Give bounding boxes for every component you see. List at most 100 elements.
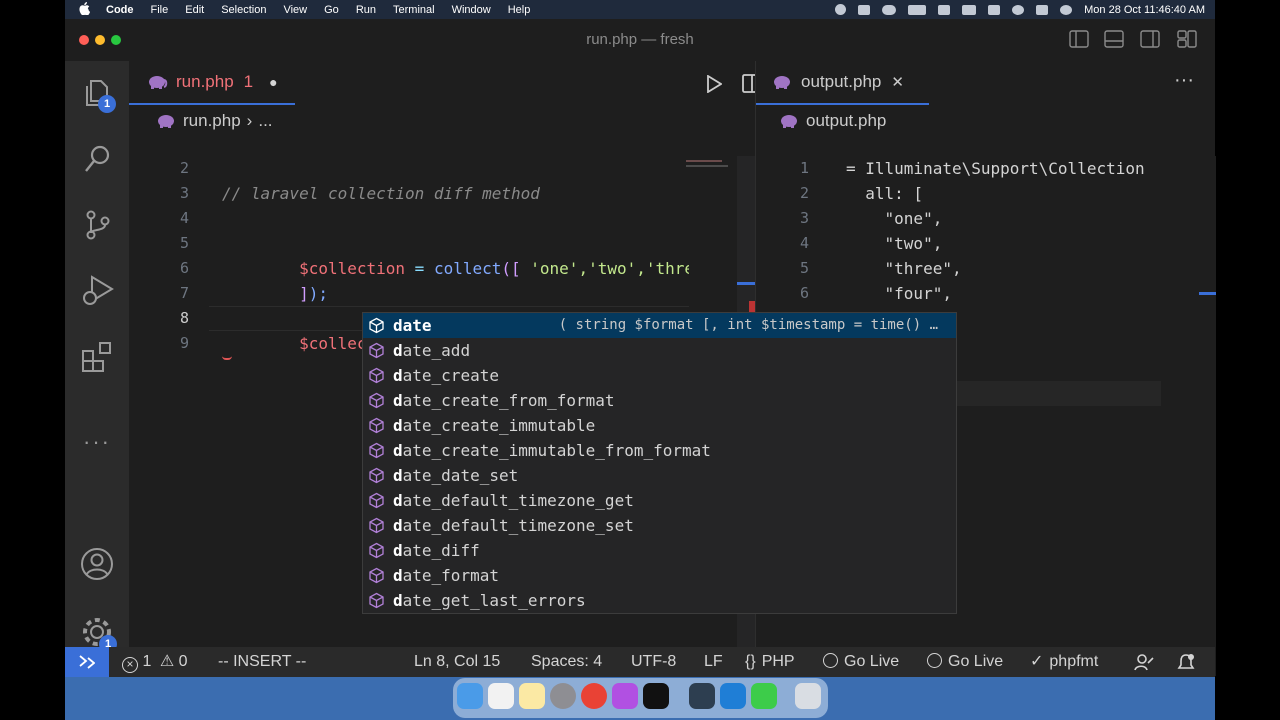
status-bar: × 1 ⚠ 0 -- INSERT -- Ln 8, Col 15 Spaces… (65, 647, 1215, 677)
menubar-clock[interactable]: Mon 28 Oct 11:46:40 AM (1084, 4, 1205, 16)
line-number: 1 (799, 159, 809, 177)
suggestion-item[interactable]: date_default_timezone_get (363, 488, 956, 513)
indentation[interactable]: Spaces: 4 (531, 647, 602, 677)
source-control-icon[interactable] (82, 209, 114, 241)
menu-run[interactable]: Run (356, 4, 376, 16)
suggestion-item[interactable]: date_add (363, 338, 956, 363)
remote-icon (79, 655, 96, 669)
vscode-icon[interactable] (720, 683, 746, 709)
breadcrumb-file[interactable]: output.php (806, 111, 886, 131)
toggle-primary-sidebar-icon[interactable] (1069, 30, 1089, 48)
system-settings-icon[interactable] (550, 683, 576, 709)
podcasts-icon[interactable] (612, 683, 638, 709)
minimap[interactable] (686, 156, 736, 170)
run-debug-icon[interactable] (80, 273, 116, 309)
breadcrumb: run.php › ... (157, 111, 273, 131)
menu-selection[interactable]: Selection (221, 4, 266, 16)
run-icon[interactable] (706, 75, 722, 93)
method-cube-icon (369, 317, 384, 334)
wifi-icon[interactable] (962, 4, 977, 15)
encoding[interactable]: UTF-8 (631, 647, 676, 677)
breadcrumb-file[interactable]: run.php (183, 111, 241, 131)
line-number: 9 (179, 334, 189, 352)
suggestion-item[interactable]: date_diff (363, 538, 956, 563)
user-icon[interactable] (988, 4, 1001, 15)
end-of-line[interactable]: LF (704, 647, 723, 677)
search-icon[interactable] (82, 143, 114, 175)
manage-button[interactable]: 1 (80, 615, 117, 653)
go-live-button-2[interactable]: Go Live (927, 647, 1003, 677)
menu-app-name[interactable]: Code (106, 4, 134, 16)
output-line: "one", (846, 209, 943, 228)
record-icon[interactable] (835, 4, 847, 15)
battery-icon[interactable] (908, 4, 927, 15)
line-number: 4 (179, 209, 189, 227)
chrome-icon[interactable] (581, 683, 607, 709)
tab-run-php[interactable]: run.php 1 ● (129, 61, 295, 105)
menu-window[interactable]: Window (452, 4, 491, 16)
suggestion-item[interactable]: date_default_timezone_set (363, 513, 956, 538)
suggestion-item[interactable]: date_format (363, 563, 956, 588)
play-icon[interactable] (938, 4, 951, 15)
menu-help[interactable]: Help (508, 4, 531, 16)
tab-strip-left: run.php 1 ● ··· (129, 61, 796, 105)
php-elephant-icon (781, 115, 797, 128)
go-live-button-1[interactable]: Go Live (823, 647, 899, 677)
suggestion-item[interactable]: date_create_immutable (363, 413, 956, 438)
launchpad-icon[interactable] (488, 683, 514, 709)
more-icon[interactable]: ··· (83, 429, 111, 455)
close-tab-icon[interactable]: ✕ (891, 73, 904, 91)
toggle-secondary-sidebar-icon[interactable] (1140, 30, 1160, 48)
more-actions-icon[interactable]: ··· (1174, 69, 1194, 92)
menu-view[interactable]: View (283, 4, 307, 16)
account-icon[interactable] (80, 547, 114, 581)
language-mode[interactable]: {} PHP (745, 647, 795, 677)
suggestion-item[interactable]: date_date_set (363, 463, 956, 488)
suggestion-item[interactable]: date ( string $format [, int $timestamp … (363, 313, 956, 338)
tab-modified-dot[interactable]: ● (269, 74, 277, 90)
breadcrumb: output.php (780, 111, 886, 131)
formatter-button[interactable]: ✓ phpfmt (1030, 647, 1098, 677)
toggle-panel-icon[interactable] (1104, 30, 1124, 48)
finder-icon[interactable] (457, 683, 483, 709)
suggestion-item[interactable]: date_create_immutable_from_format (363, 438, 956, 463)
menu-go[interactable]: Go (324, 4, 339, 16)
quicktime-icon[interactable] (689, 683, 715, 709)
menu-file[interactable]: File (151, 4, 169, 16)
facetime-icon[interactable] (751, 683, 777, 709)
apple-tv-icon[interactable] (643, 683, 669, 709)
method-cube-icon (369, 592, 384, 609)
code-punctuation: ); (308, 284, 328, 303)
method-cube-icon (369, 567, 384, 584)
suggestion-item[interactable]: date_create_from_format (363, 388, 956, 413)
notifications-bell-icon[interactable] (1177, 653, 1195, 671)
tab-label: run.php (176, 72, 234, 91)
code-line-6: ]); (222, 256, 328, 303)
cursor-position[interactable]: Ln 8, Col 15 (414, 647, 500, 677)
remote-button[interactable] (65, 647, 109, 677)
problems-indicator[interactable]: × 1 ⚠ 0 (122, 647, 188, 677)
vertical-scrollbar[interactable] (1199, 156, 1216, 676)
feedback-icon[interactable] (1134, 653, 1154, 671)
vpn-icon[interactable] (858, 4, 871, 15)
code-comment: // laravel collection diff method (222, 184, 540, 203)
siri-icon[interactable] (1060, 4, 1073, 15)
explorer-button[interactable]: 1 (81, 77, 116, 113)
extensions-icon[interactable] (80, 339, 116, 375)
breadcrumb-more[interactable]: ... (258, 111, 272, 131)
search-icon[interactable] (1012, 4, 1025, 15)
control-center-icon[interactable] (1036, 4, 1049, 15)
play-circle-icon (927, 653, 942, 668)
tab-output-php[interactable]: output.php ✕ (756, 61, 929, 105)
suggestion-item[interactable]: date_get_last_errors (363, 588, 956, 613)
menu-terminal[interactable]: Terminal (393, 4, 435, 16)
suggestion-item[interactable]: date_create (363, 363, 956, 388)
trash-icon[interactable] (795, 683, 821, 709)
method-cube-icon (369, 467, 384, 484)
menu-edit[interactable]: Edit (185, 4, 204, 16)
cloud-icon[interactable] (882, 4, 897, 15)
notes-icon[interactable] (519, 683, 545, 709)
apple-icon[interactable] (79, 1, 91, 18)
customize-layout-icon[interactable] (1177, 30, 1197, 48)
braces-icon: {} (745, 653, 756, 670)
